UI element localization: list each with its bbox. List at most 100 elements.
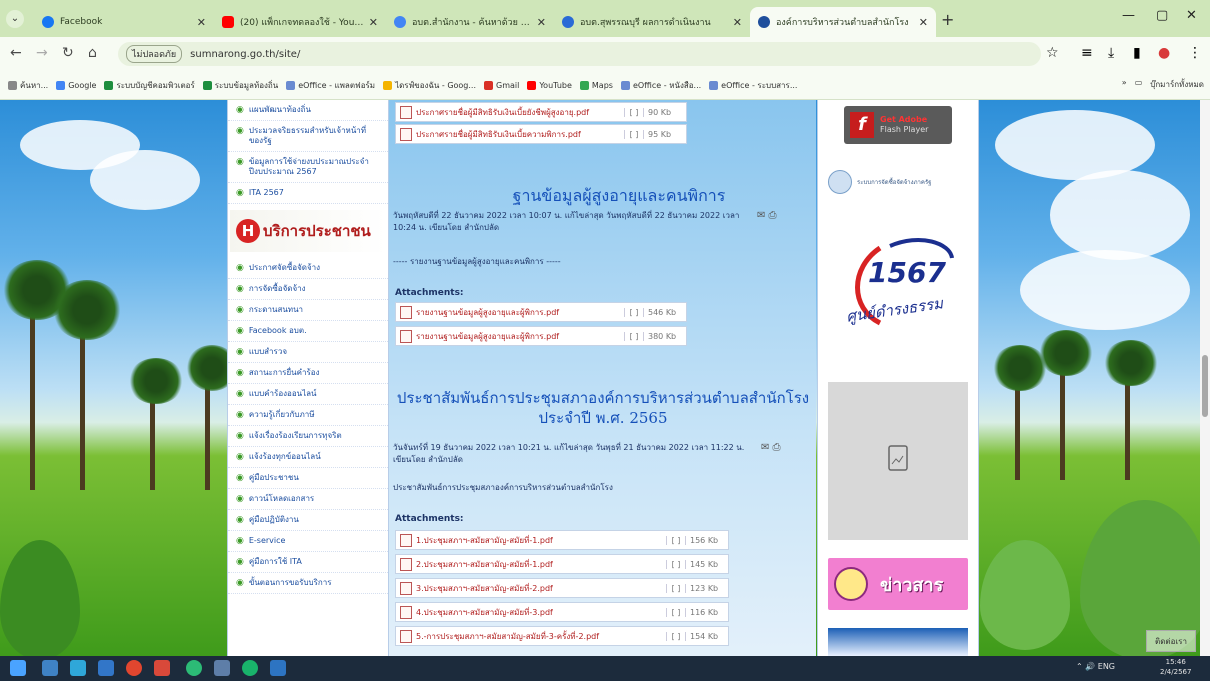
language-indicator[interactable]: ENG bbox=[1098, 662, 1115, 671]
line-icon[interactable] bbox=[186, 660, 202, 676]
file-explorer-icon[interactable] bbox=[214, 660, 230, 676]
attachment-link[interactable]: ประกาศรายชื่อผู้มีสิทธิรับเงินเบี้ยความพ… bbox=[416, 128, 624, 141]
sidebar-link[interactable]: ◉ คู่มือการใช้ ITA bbox=[228, 552, 388, 573]
post-title[interactable]: ประชาสัมพันธ์การประชุมสภาองค์การบริหารส่… bbox=[393, 388, 813, 428]
tab-search-button[interactable]: ⌄ bbox=[6, 10, 24, 28]
attachment-link[interactable]: 3.ประชุมสภาฯ-สมัยสามัญ-สมัยที่-2.pdf bbox=[416, 582, 666, 595]
floating-chip[interactable]: ติดต่อเรา bbox=[1146, 630, 1196, 652]
attachment-link[interactable]: ประกาศรายชื่อผู้มีสิทธิรับเงินเบี้ยยังชี… bbox=[416, 106, 624, 119]
bookmark-star-icon[interactable]: ☆ bbox=[1046, 45, 1059, 61]
close-tab-icon[interactable]: ✕ bbox=[537, 16, 546, 29]
forward-icon[interactable]: → bbox=[36, 45, 48, 61]
tab-youtube[interactable]: (20) แพ็กเกจทดลองใช้ - YouTube ✕ bbox=[214, 7, 386, 37]
attachment-link[interactable]: 2.ประชุมสภาฯ-สมัยสามัญ-สมัยที่-1.pdf bbox=[416, 558, 666, 571]
download-icon[interactable]: ⤓ bbox=[1108, 45, 1114, 61]
close-window-icon[interactable]: ✕ bbox=[1186, 8, 1197, 23]
attachment-link[interactable]: 5.-การประชุมสภาฯ-สมัยสามัญ-สมัยที่-3-ครั… bbox=[416, 630, 666, 643]
tab-active-sumnarong[interactable]: องค์การบริหารส่วนตำบลสำนักโรง ✕ bbox=[750, 7, 936, 37]
sidebar-link[interactable]: ◉ แจ้งร้องทุกข์ออนไลน์ bbox=[228, 447, 388, 468]
bookmark-item[interactable]: eOffice - แพลตฟอร์ม bbox=[286, 79, 375, 92]
bookmark-item[interactable]: ค้นหา... bbox=[8, 79, 48, 92]
attachment-row[interactable]: 1.ประชุมสภาฯ-สมัยสามัญ-สมัยที่-1.pdf[ ] 1… bbox=[395, 530, 729, 550]
print-email-icons[interactable]: ✉ ⎙ bbox=[761, 442, 781, 453]
sidebar-link[interactable]: ◉ ดาวน์โหลดเอกสาร bbox=[228, 489, 388, 510]
sidebar-link[interactable]: ◉ E-service bbox=[228, 531, 388, 552]
all-bookmarks[interactable]: » ▭ บุ๊กมาร์กทั้งหมด bbox=[1122, 78, 1204, 91]
attachment-row[interactable]: รายงานฐานข้อมูลผู้สูงอายุและผู้พิการ.pdf… bbox=[395, 326, 687, 346]
maximize-icon[interactable]: ▢ bbox=[1156, 8, 1168, 23]
taskbar-clock[interactable]: 15:46 2/4/2567 bbox=[1160, 657, 1191, 677]
sidebar-link[interactable]: ◉ แจ้งเรื่องร้องเรียนการทุจริต bbox=[228, 426, 388, 447]
bottom-banner[interactable] bbox=[828, 628, 968, 656]
address-bar[interactable]: ไม่ปลอดภัย sumnarong.go.th/site/ bbox=[118, 42, 1041, 66]
back-icon[interactable]: ← bbox=[10, 45, 22, 61]
close-tab-icon[interactable]: ✕ bbox=[733, 16, 742, 29]
url-text[interactable]: sumnarong.go.th/site/ bbox=[190, 49, 300, 60]
attachment-row[interactable]: 2.ประชุมสภาฯ-สมัยสามัญ-สมัยที่-1.pdf[ ] 1… bbox=[395, 554, 729, 574]
chrome-icon[interactable] bbox=[126, 660, 142, 676]
extensions-icon[interactable]: ≡ bbox=[1081, 45, 1093, 61]
post-title[interactable]: ฐานข้อมูลผู้สูงอายุและคนพิการ bbox=[449, 184, 789, 209]
bookmark-item[interactable]: ระบบบัญชีคอมพิวเตอร์ bbox=[104, 79, 195, 92]
app-icon[interactable] bbox=[154, 660, 170, 676]
close-tab-icon[interactable]: ✕ bbox=[197, 16, 206, 29]
attachment-link[interactable]: รายงานฐานข้อมูลผู้สูงอายุและผู้พิการ.pdf bbox=[416, 306, 624, 319]
close-tab-icon[interactable]: ✕ bbox=[369, 16, 378, 29]
task-view-icon[interactable] bbox=[42, 660, 58, 676]
bookmark-item[interactable]: ระบบข้อมูลท้องถิ่น bbox=[202, 79, 278, 92]
start-icon[interactable] bbox=[10, 660, 26, 676]
site-info-button[interactable]: ไม่ปลอดภัย bbox=[126, 45, 183, 63]
sidebar-link[interactable]: ◉ คู่มือปฏิบัติงาน bbox=[228, 510, 388, 531]
menu-icon[interactable]: ⋮ bbox=[1188, 45, 1202, 61]
profile-avatar-icon[interactable]: ● bbox=[1158, 45, 1170, 61]
ie-icon[interactable] bbox=[98, 660, 114, 676]
sidebar-link[interactable]: ◉ ประกาศจัดซื้อจัดจ้าง bbox=[228, 258, 388, 279]
sidebar-link[interactable]: ◉ ขั้นตอนการขอรับบริการ bbox=[228, 573, 388, 594]
sidebar-link[interactable]: ◉ ข้อมูลการใช้จ่ายงบประมาณประจำปีงบประมาณ… bbox=[228, 152, 388, 183]
scrollbar-thumb[interactable] bbox=[1202, 355, 1208, 417]
home-icon[interactable]: ⌂ bbox=[88, 45, 97, 61]
sidebar-link[interactable]: ◉ ITA 2567 bbox=[228, 183, 388, 204]
bookmark-item[interactable]: Maps bbox=[579, 81, 613, 90]
attachment-row[interactable]: ประกาศรายชื่อผู้มีสิทธิรับเงินเบี้ยความพ… bbox=[395, 124, 687, 144]
new-tab-icon[interactable]: + bbox=[941, 10, 954, 29]
system-tray[interactable]: ⌃ 🔊 ENG bbox=[1076, 662, 1115, 671]
attachment-row[interactable]: 3.ประชุมสภาฯ-สมัยสามัญ-สมัยที่-2.pdf[ ] 1… bbox=[395, 578, 729, 598]
bookmark-item[interactable]: eOffice - ระบบสาร... bbox=[709, 79, 797, 92]
hotline-1567-banner[interactable]: 1567 ศูนย์ดำรงธรรม bbox=[840, 228, 956, 338]
minimize-icon[interactable]: — bbox=[1122, 8, 1135, 23]
sidebar-link[interactable]: ◉ แบบคำร้องออนไลน์ bbox=[228, 384, 388, 405]
attachment-link[interactable]: 4.ประชุมสภาฯ-สมัยสามัญ-สมัยที่-3.pdf bbox=[416, 606, 666, 619]
close-tab-icon[interactable]: ✕ bbox=[919, 16, 928, 29]
sidebar-link[interactable]: ◉ แบบสำรวจ bbox=[228, 342, 388, 363]
sidebar-link[interactable]: ◉ กระดานสนทนา bbox=[228, 300, 388, 321]
spotify-icon[interactable] bbox=[242, 660, 258, 676]
attachment-link[interactable]: 1.ประชุมสภาฯ-สมัยสามัญ-สมัยที่-1.pdf bbox=[416, 534, 666, 547]
sidepanel-icon[interactable]: ▮ bbox=[1133, 45, 1141, 61]
attachment-row[interactable]: รายงานฐานข้อมูลผู้สูงอายุและผู้พิการ.pdf… bbox=[395, 302, 687, 322]
bookmark-item[interactable]: YouTube bbox=[527, 81, 572, 90]
attachment-row[interactable]: 5.-การประชุมสภาฯ-สมัยสามัญ-สมัยที่-3-ครั… bbox=[395, 626, 729, 646]
edge-icon[interactable] bbox=[70, 660, 86, 676]
egp-partner-link[interactable]: ระบบการจัดซื้อจัดจ้างภาครัฐ bbox=[828, 170, 931, 194]
get-adobe-flash-banner[interactable]: f Get Adobe Flash Player bbox=[844, 106, 952, 144]
tab-facebook[interactable]: Facebook ✕ bbox=[34, 7, 214, 37]
bookmark-item[interactable]: Google bbox=[56, 81, 96, 90]
sidebar-link[interactable]: ◉ การจัดซื้อจัดจ้าง bbox=[228, 279, 388, 300]
tab-google-search[interactable]: อบต.สำนักงาน - ค้นหาด้วย Google ✕ bbox=[386, 7, 554, 37]
news-banner[interactable]: ข่าวสาร bbox=[828, 558, 968, 610]
attachment-row[interactable]: ประกาศรายชื่อผู้มีสิทธิรับเงินเบี้ยยังชี… bbox=[395, 102, 687, 122]
sidebar-link[interactable]: ◉ ประมวลจริยธรรมสำหรับเจ้าหน้าที่ของรัฐ bbox=[228, 121, 388, 152]
bookmark-item[interactable]: Gmail bbox=[484, 81, 519, 90]
attachment-link[interactable]: รายงานฐานข้อมูลผู้สูงอายุและผู้พิการ.pdf bbox=[416, 330, 624, 343]
sidebar-link[interactable]: ◉ แผนพัฒนาท้องถิ่น bbox=[228, 100, 388, 121]
print-email-icons[interactable]: ✉ ⎙ bbox=[757, 210, 777, 221]
sidebar-link[interactable]: ◉ Facebook อบต. bbox=[228, 321, 388, 342]
sidebar-link[interactable]: ◉ สถานะการยื่นคำร้อง bbox=[228, 363, 388, 384]
bookmark-item[interactable]: eOffice - หนังสือ... bbox=[620, 79, 701, 92]
sidebar-link[interactable]: ◉ ความรู้เกี่ยวกับภาษี bbox=[228, 405, 388, 426]
word-icon[interactable] bbox=[270, 660, 286, 676]
reload-icon[interactable]: ↻ bbox=[62, 45, 74, 61]
tab-suphanburi[interactable]: อบต.สุพรรณบุรี ผลการดำเนินงาน ✕ bbox=[554, 7, 750, 37]
attachment-row[interactable]: 4.ประชุมสภาฯ-สมัยสามัญ-สมัยที่-3.pdf[ ] 1… bbox=[395, 602, 729, 622]
